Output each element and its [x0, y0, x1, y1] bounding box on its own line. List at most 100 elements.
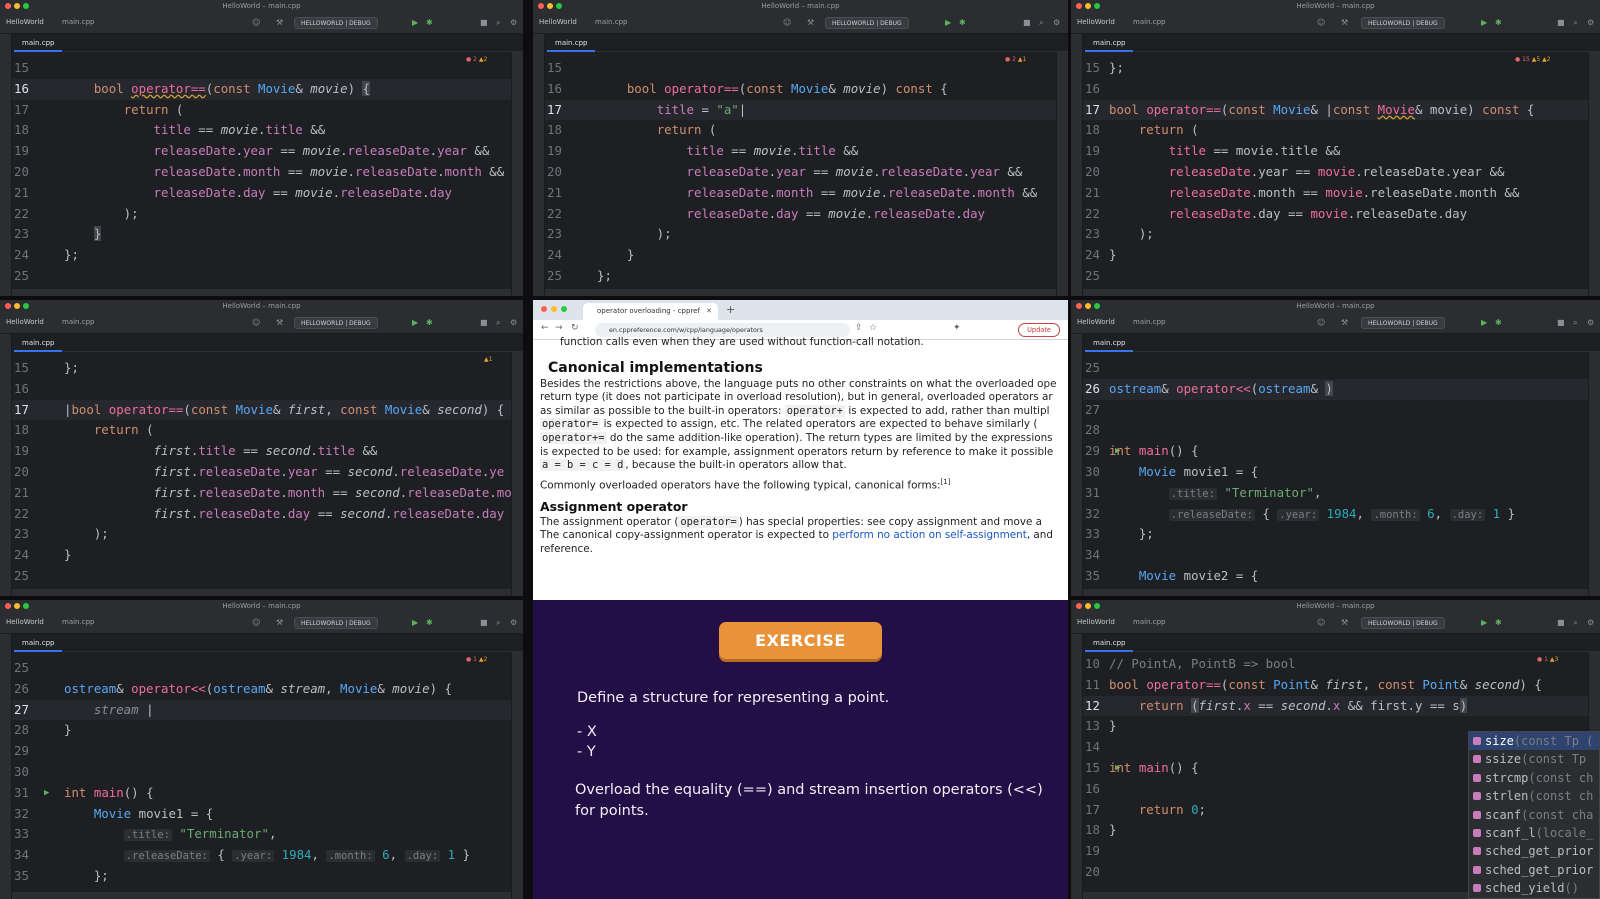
run-icon[interactable]: ▶	[1481, 318, 1487, 327]
hammer-icon[interactable]: ⚒	[1341, 318, 1348, 327]
zoom-window-button[interactable]	[1094, 303, 1100, 309]
zoom-window-button[interactable]	[561, 306, 567, 312]
search-icon[interactable]: ⌕	[1573, 318, 1577, 328]
user-icon[interactable]: ☺	[783, 18, 791, 27]
user-icon[interactable]: ☺	[1317, 618, 1325, 627]
tab-main-cpp[interactable]: main.cpp	[547, 34, 596, 52]
code-editor[interactable]: 15 16 bool operator==(const Movie& movie…	[12, 58, 511, 296]
gear-icon[interactable]: ⚙	[510, 18, 517, 27]
close-window-button[interactable]	[5, 303, 11, 309]
run-config-dropdown[interactable]: HELLOWORLD | DEBUG	[1361, 617, 1445, 629]
hammer-icon[interactable]: ⚒	[276, 318, 283, 327]
run-config-dropdown[interactable]: HELLOWORLD | DEBUG	[825, 17, 909, 29]
autocomplete-item[interactable]: sched_yield()	[1469, 879, 1599, 897]
zoom-window-button[interactable]	[1094, 603, 1100, 609]
run-config-dropdown[interactable]: HELLOWORLD | DEBUG	[1361, 17, 1445, 29]
close-window-button[interactable]	[541, 306, 547, 312]
hammer-icon[interactable]: ⚒	[807, 18, 814, 27]
autocomplete-item[interactable]: scanf(const cha	[1469, 806, 1599, 824]
tab-main-cpp[interactable]: main.cpp	[1085, 334, 1134, 352]
debug-icon[interactable]: ✱	[959, 18, 966, 27]
tab-main-cpp[interactable]: main.cpp	[1085, 34, 1134, 52]
close-window-button[interactable]	[538, 3, 544, 9]
extensions-icon[interactable]: ✦	[953, 323, 961, 333]
tab-main-cpp[interactable]: main.cpp	[1085, 634, 1134, 652]
breadcrumb-file[interactable]: main.cpp	[595, 18, 627, 26]
run-icon[interactable]: ▶	[412, 618, 418, 627]
stop-icon[interactable]: ■	[480, 618, 488, 627]
breadcrumb-file[interactable]: main.cpp	[1133, 18, 1165, 26]
minimize-window-button[interactable]	[14, 603, 20, 609]
gear-icon[interactable]: ⚙	[1587, 18, 1594, 27]
zoom-window-button[interactable]	[1094, 3, 1100, 9]
minimize-window-button[interactable]	[547, 3, 553, 9]
gear-icon[interactable]: ⚙	[510, 318, 517, 327]
autocomplete-item[interactable]: scanf_l(locale_	[1469, 824, 1599, 842]
minimize-window-button[interactable]	[1085, 3, 1091, 9]
breadcrumb-file[interactable]: main.cpp	[62, 18, 94, 26]
zoom-window-button[interactable]	[23, 3, 29, 9]
close-tab-icon[interactable]: ✕	[706, 303, 712, 320]
tab-main-cpp[interactable]: main.cpp	[14, 634, 63, 652]
back-icon[interactable]: ←	[541, 323, 549, 333]
user-icon[interactable]: ☺	[252, 618, 260, 627]
breadcrumb-file[interactable]: main.cpp	[62, 318, 94, 326]
stop-icon[interactable]: ■	[480, 18, 488, 27]
minimize-window-button[interactable]	[14, 303, 20, 309]
run-icon[interactable]: ▶	[1481, 618, 1487, 627]
autocomplete-item[interactable]: ssize(const Tp	[1469, 750, 1599, 768]
tab-main-cpp[interactable]: main.cpp	[14, 34, 63, 52]
close-window-button[interactable]	[1076, 303, 1082, 309]
hammer-icon[interactable]: ⚒	[276, 18, 283, 27]
browser-tab[interactable]: operator overloading - cppref ✕	[583, 303, 718, 320]
run-config-dropdown[interactable]: HELLOWORLD | DEBUG	[294, 617, 378, 629]
search-icon[interactable]: ⌕	[496, 18, 500, 28]
project-name[interactable]: HelloWorld	[6, 318, 44, 326]
run-icon[interactable]: ▶	[412, 318, 418, 327]
debug-icon[interactable]: ✱	[426, 618, 433, 627]
project-name[interactable]: HelloWorld	[1077, 318, 1115, 326]
gear-icon[interactable]: ⚙	[1053, 18, 1060, 27]
run-gutter-icon[interactable]: ▶	[44, 783, 49, 804]
minimize-window-button[interactable]	[551, 306, 557, 312]
code-editor[interactable]: 25 26 ostream& operator<<(ostream& ) 27 2…	[1083, 358, 1588, 596]
stop-icon[interactable]: ■	[480, 318, 488, 327]
autocomplete-item[interactable]: sched_get_prior	[1469, 861, 1599, 879]
autocomplete-item[interactable]: strlen(const ch	[1469, 787, 1599, 805]
search-icon[interactable]: ⌕	[496, 618, 500, 628]
hammer-icon[interactable]: ⚒	[276, 618, 283, 627]
gear-icon[interactable]: ⚙	[510, 618, 517, 627]
project-name[interactable]: HelloWorld	[6, 618, 44, 626]
close-window-button[interactable]	[1076, 603, 1082, 609]
stop-icon[interactable]: ■	[1557, 18, 1565, 27]
hammer-icon[interactable]: ⚒	[1341, 18, 1348, 27]
breadcrumb-file[interactable]: main.cpp	[1133, 318, 1165, 326]
run-icon[interactable]: ▶	[412, 18, 418, 27]
run-config-dropdown[interactable]: HELLOWORLD | DEBUG	[1361, 317, 1445, 329]
new-tab-icon[interactable]: +	[726, 303, 735, 316]
hammer-icon[interactable]: ⚒	[1341, 618, 1348, 627]
stop-icon[interactable]: ■	[1023, 18, 1031, 27]
close-window-button[interactable]	[5, 603, 11, 609]
breadcrumb-file[interactable]: main.cpp	[1133, 618, 1165, 626]
user-icon[interactable]: ☺	[1317, 318, 1325, 327]
run-config-dropdown[interactable]: HELLOWORLD | DEBUG	[294, 17, 378, 29]
user-icon[interactable]: ☺	[252, 18, 260, 27]
stop-icon[interactable]: ■	[1557, 618, 1565, 627]
search-icon[interactable]: ⌕	[1573, 18, 1577, 28]
close-window-button[interactable]	[1076, 3, 1082, 9]
minimize-window-button[interactable]	[1085, 603, 1091, 609]
stop-icon[interactable]: ■	[1557, 318, 1565, 327]
zoom-window-button[interactable]	[556, 3, 562, 9]
minimize-window-button[interactable]	[1085, 303, 1091, 309]
debug-icon[interactable]: ✱	[1495, 18, 1502, 27]
run-icon[interactable]: ▶	[945, 18, 951, 27]
project-name[interactable]: HelloWorld	[539, 18, 577, 26]
zoom-window-button[interactable]	[23, 303, 29, 309]
run-icon[interactable]: ▶	[1481, 18, 1487, 27]
user-icon[interactable]: ☺	[1317, 18, 1325, 27]
search-icon[interactable]: ⌕	[496, 318, 500, 328]
search-icon[interactable]: ⌕	[1573, 618, 1577, 628]
update-button[interactable]: Update	[1018, 323, 1060, 337]
debug-icon[interactable]: ✱	[1495, 318, 1502, 327]
